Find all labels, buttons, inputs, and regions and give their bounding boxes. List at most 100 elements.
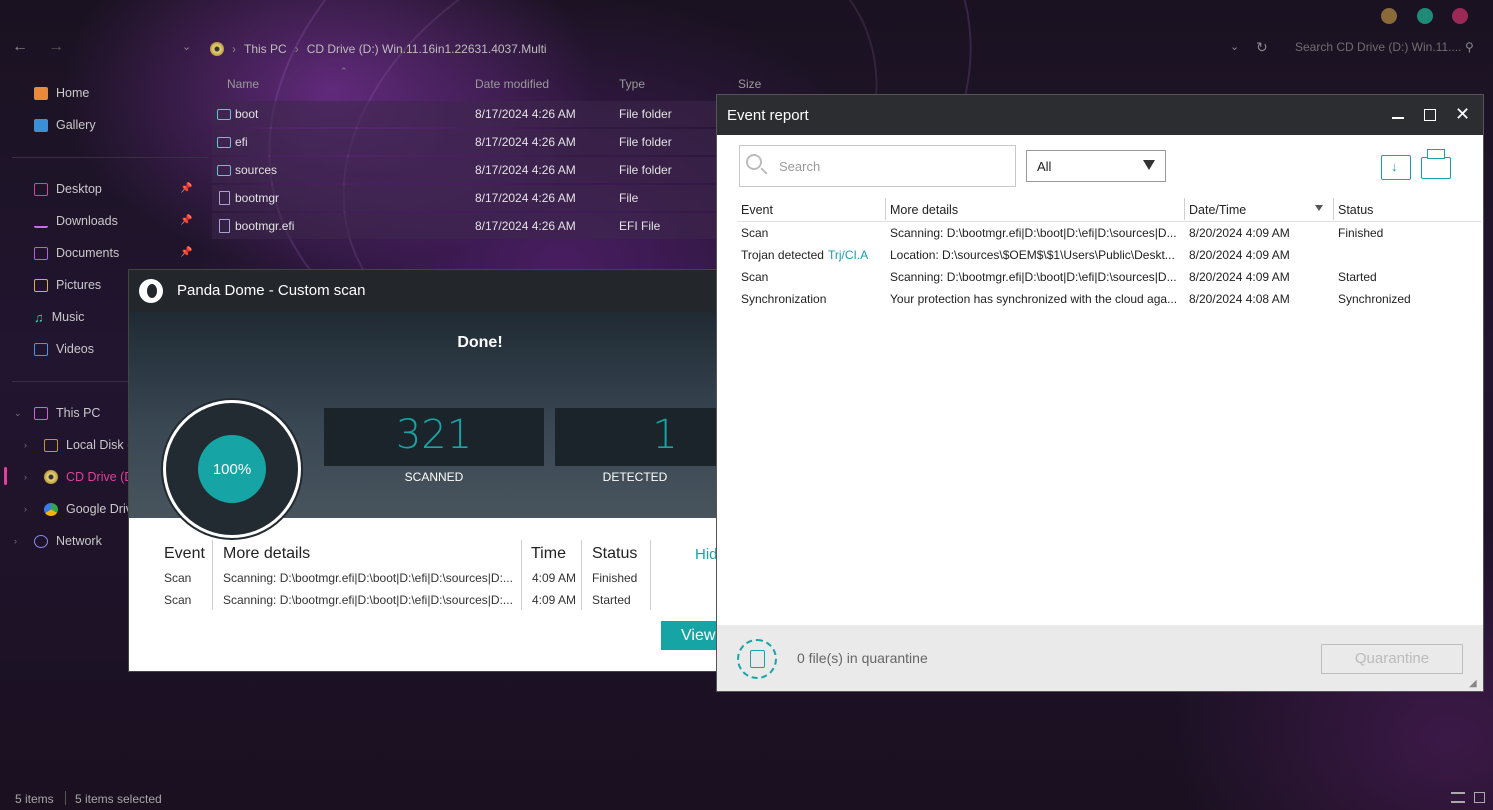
file-row[interactable]: bootmgr 8/17/2024 4:26 AM File bbox=[212, 185, 722, 211]
sidebar-item-pictures[interactable]: Pictures bbox=[34, 275, 101, 295]
header-date-time[interactable]: Date/Time bbox=[1189, 203, 1246, 217]
file-row[interactable]: efi 8/17/2024 4:26 AM File folder bbox=[212, 129, 722, 155]
cd-drive-icon bbox=[210, 42, 224, 56]
search-icon bbox=[746, 154, 762, 170]
minimize-icon[interactable] bbox=[1392, 117, 1404, 119]
pin-icon[interactable]: 📌 bbox=[180, 183, 192, 194]
panda-titlebar: Panda Dome - Custom scan bbox=[129, 270, 727, 312]
back-arrow-icon[interactable]: ← bbox=[12, 38, 28, 56]
tiles-view-icon[interactable] bbox=[1474, 792, 1485, 803]
row-time: 4:09 AM bbox=[532, 571, 577, 585]
sidebar-item-google-drive[interactable]: Google Drive bbox=[44, 499, 139, 519]
address-dropdown-icon[interactable]: ⌄ bbox=[1230, 40, 1239, 53]
sidebar-item-music[interactable]: ♫ Music bbox=[34, 307, 84, 327]
row-event: Scan bbox=[164, 571, 192, 585]
maximize-icon[interactable] bbox=[1424, 109, 1436, 121]
column-header-type[interactable]: Type bbox=[619, 77, 645, 91]
search-input[interactable]: Search CD Drive (D:) Win.11.... bbox=[1295, 40, 1461, 54]
resize-grip-icon[interactable]: ◢ bbox=[1469, 678, 1477, 689]
breadcrumb-separator-icon: › bbox=[294, 42, 299, 56]
close-dot[interactable] bbox=[1452, 8, 1468, 24]
event-name: Trojan detected bbox=[741, 248, 824, 262]
event-name: Scan bbox=[741, 270, 769, 284]
music-icon: ♫ bbox=[34, 309, 44, 325]
sidebar-item-this-pc[interactable]: This PC bbox=[34, 403, 100, 423]
item-count: 5 items bbox=[15, 792, 54, 806]
sidebar-label: Desktop bbox=[56, 182, 102, 196]
pin-icon[interactable]: 📌 bbox=[180, 215, 192, 226]
file-row[interactable]: sources 8/17/2024 4:26 AM File folder bbox=[212, 157, 722, 183]
sidebar-label: Gallery bbox=[56, 118, 96, 132]
quarantine-button[interactable]: Quarantine bbox=[1321, 644, 1463, 674]
divider bbox=[1184, 198, 1185, 220]
scanned-label: SCANNED bbox=[404, 470, 464, 484]
network-icon bbox=[34, 534, 48, 548]
close-icon[interactable]: ✕ bbox=[1455, 104, 1470, 125]
pin-icon[interactable]: 📌 bbox=[180, 247, 192, 258]
detected-count: 1 bbox=[652, 412, 678, 458]
expand-chevron-icon[interactable]: ⌄ bbox=[14, 408, 22, 419]
sidebar-item-downloads[interactable]: Downloads bbox=[34, 211, 118, 231]
address-bar[interactable]: › This PC › CD Drive (D:) Win.11.16in1.2… bbox=[210, 40, 547, 58]
sidebar-item-network[interactable]: Network bbox=[34, 531, 102, 551]
sidebar-label: This PC bbox=[56, 406, 101, 420]
expand-chevron-icon[interactable]: › bbox=[24, 440, 27, 450]
expand-chevron-icon[interactable]: › bbox=[24, 504, 27, 514]
file-row[interactable]: boot 8/17/2024 4:26 AM File folder bbox=[212, 101, 722, 127]
breadcrumb-cd-drive[interactable]: CD Drive (D:) Win.11.16in1.22631.4037.Mu… bbox=[307, 42, 547, 56]
sidebar-item-videos[interactable]: Videos bbox=[34, 339, 94, 359]
sidebar-label: Music bbox=[51, 310, 85, 324]
sidebar-item-gallery[interactable]: Gallery bbox=[34, 115, 96, 135]
row-event: Scan bbox=[164, 593, 192, 607]
cd-drive-icon bbox=[44, 470, 58, 484]
file-icon bbox=[219, 191, 230, 205]
expand-chevron-icon[interactable]: › bbox=[24, 472, 27, 482]
history-chevron-icon[interactable]: ⌄ bbox=[182, 40, 191, 53]
sort-down-icon[interactable] bbox=[1315, 205, 1323, 211]
search-icon[interactable]: ⚲ bbox=[1465, 40, 1474, 54]
header-status: Status bbox=[592, 545, 638, 562]
document-icon bbox=[750, 650, 765, 668]
header-event[interactable]: Event bbox=[741, 203, 773, 217]
breadcrumb-this-pc[interactable]: This PC bbox=[244, 42, 287, 56]
header-status[interactable]: Status bbox=[1338, 203, 1373, 217]
minimize-dot[interactable] bbox=[1381, 8, 1397, 24]
column-header-date[interactable]: Date modified bbox=[475, 77, 549, 91]
quarantine-icon bbox=[737, 639, 777, 679]
sidebar-item-desktop[interactable]: Desktop bbox=[34, 179, 102, 199]
event-filter-select[interactable]: All bbox=[1026, 150, 1166, 182]
threat-link[interactable]: Trj/CI.A bbox=[828, 248, 868, 262]
sidebar-label: Pictures bbox=[56, 278, 102, 292]
refresh-icon[interactable]: ↻ bbox=[1256, 39, 1268, 56]
expand-chevron-icon[interactable]: › bbox=[14, 536, 17, 546]
file-row[interactable]: bootmgr.efi 8/17/2024 4:26 AM EFI File bbox=[212, 213, 722, 239]
file-date: 8/17/2024 4:26 AM bbox=[475, 219, 576, 233]
explorer-titlebar bbox=[0, 0, 1493, 32]
dropdown-arrow-icon bbox=[1143, 160, 1155, 170]
event-report-window: Event report ✕ Search All ↓ Event More d… bbox=[716, 94, 1484, 692]
hide-details-link[interactable]: Hid bbox=[695, 546, 718, 563]
pictures-icon bbox=[34, 278, 48, 292]
column-header-name[interactable]: Name bbox=[227, 77, 259, 91]
documents-icon bbox=[34, 246, 48, 260]
divider bbox=[885, 198, 886, 220]
event-name: Scan bbox=[741, 226, 769, 240]
filter-value: All bbox=[1037, 159, 1052, 174]
gallery-icon bbox=[34, 118, 48, 132]
forward-arrow-icon[interactable]: → bbox=[48, 38, 64, 56]
sidebar-item-home[interactable]: Home bbox=[34, 83, 89, 103]
event-search-field[interactable]: Search bbox=[739, 145, 1016, 187]
maximize-dot[interactable] bbox=[1417, 8, 1433, 24]
header-more-details[interactable]: More details bbox=[890, 203, 958, 217]
divider bbox=[650, 540, 651, 610]
details-view-icon[interactable] bbox=[1451, 792, 1465, 803]
print-icon[interactable] bbox=[1421, 149, 1451, 179]
folder-icon bbox=[217, 108, 231, 120]
divider bbox=[12, 157, 208, 158]
sidebar-label: Videos bbox=[56, 342, 94, 356]
header-event: Event bbox=[164, 545, 205, 562]
column-header-size[interactable]: Size bbox=[738, 77, 761, 91]
sidebar-item-cd-drive[interactable]: CD Drive (D: bbox=[44, 467, 137, 487]
export-folder-icon[interactable]: ↓ bbox=[1381, 155, 1411, 180]
sidebar-item-documents[interactable]: Documents bbox=[34, 243, 119, 263]
